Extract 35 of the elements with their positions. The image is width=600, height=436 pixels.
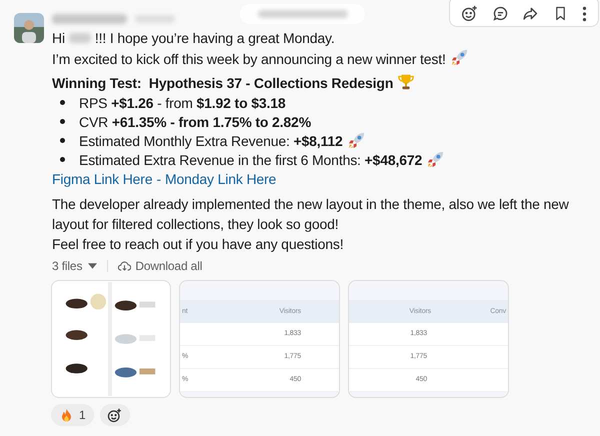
message-paragraph: The developer already implemented the new layout in the theme, also we left the new layout for filtered collections, they look so good! xyxy=(52,195,570,234)
add-reaction-button[interactable] xyxy=(100,404,130,426)
rocket-icon xyxy=(346,131,366,150)
bullet-icon xyxy=(60,119,65,124)
fire-icon xyxy=(59,408,74,422)
more-icon[interactable] xyxy=(582,6,588,22)
add-reaction-icon[interactable] xyxy=(460,5,478,22)
bullet-text: Estimated Extra Revenue in the first 6 Months: +$48,672 xyxy=(79,150,422,170)
test-heading: Winning Test: Hypothesis 37 - Collections Redesign xyxy=(52,75,394,91)
bullet-icon xyxy=(60,100,65,105)
bullet-icon xyxy=(60,138,65,143)
share-icon[interactable] xyxy=(522,5,540,22)
add-reaction-icon xyxy=(107,408,122,422)
link-separator: - xyxy=(156,170,161,189)
bullet-icon xyxy=(60,157,65,162)
greeting-text: !!! I hope you’re having a great Monday. xyxy=(94,29,335,48)
blurred-timestamp xyxy=(135,15,175,23)
rocket-icon xyxy=(426,150,446,169)
trophy-icon xyxy=(397,73,416,91)
blurred-name xyxy=(68,33,91,43)
caret-icon xyxy=(88,263,98,269)
message-paragraph: Feel free to reach out if you have any questions! xyxy=(52,235,344,254)
cloud-download-icon xyxy=(118,260,132,272)
greeting-text: Hi xyxy=(52,29,65,48)
bullet-text: RPS +$1.26 - from $1.92 to $3.18 xyxy=(79,94,286,112)
intro-text: I’m excited to kick off this week by announcing a new winner test! xyxy=(52,51,446,67)
bullet-text: CVR +61.35% - from 1.75% to 2.82% xyxy=(79,112,311,132)
bullet-text: Estimated Monthly Extra Revenue: +$8,112 xyxy=(79,132,343,150)
link[interactable]: Figma Link Here xyxy=(52,169,152,189)
files-toggle[interactable]: 3 files xyxy=(52,256,98,276)
download-all-button[interactable]: Download all xyxy=(118,256,202,276)
rocket-icon xyxy=(450,48,469,67)
link[interactable]: Monday Link Here xyxy=(164,169,276,189)
comment-icon[interactable] xyxy=(492,5,509,22)
reaction-button[interactable]: 1 xyxy=(51,404,94,426)
